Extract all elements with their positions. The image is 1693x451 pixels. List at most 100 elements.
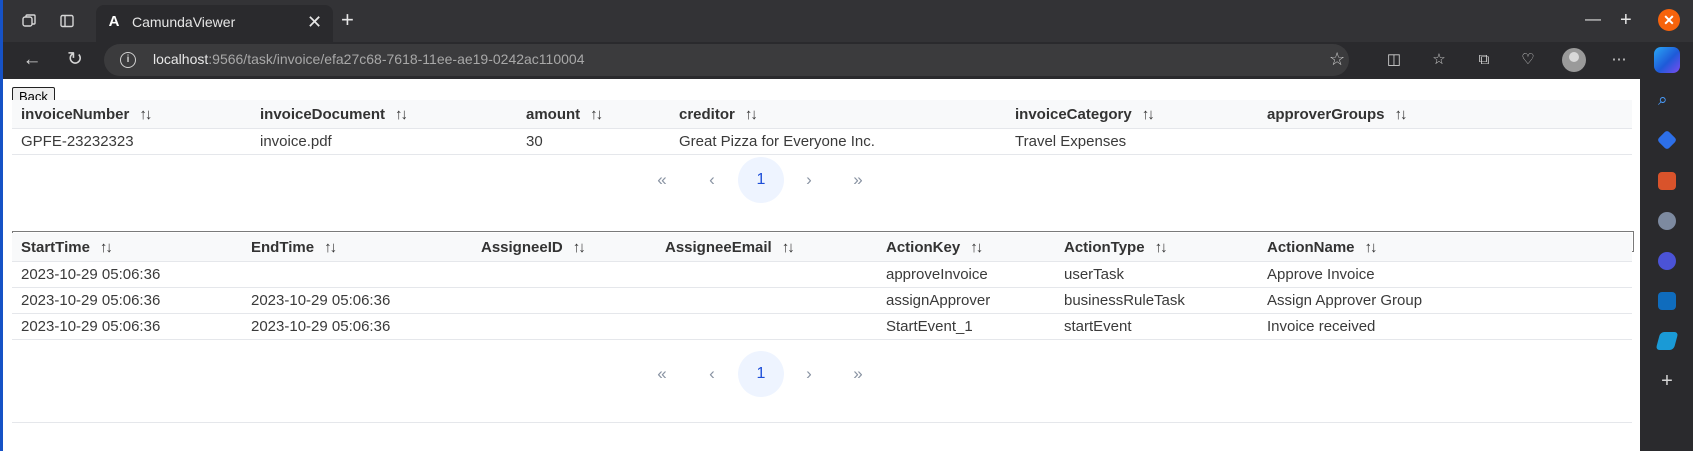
outlook-icon[interactable] <box>1658 292 1676 310</box>
next-page-button[interactable]: › <box>786 157 832 203</box>
invoice-header-row: invoiceNumber ↑↓ invoiceDocument ↑↓ amount… <box>12 100 1632 129</box>
sort-arrows-icon[interactable]: ↑↓ <box>1395 106 1408 123</box>
favorites-icon[interactable]: ☆ <box>1428 50 1450 70</box>
table-cell <box>656 313 877 340</box>
last-page-button[interactable]: » <box>835 351 881 397</box>
table-row[interactable]: 2023-10-29 05:06:36 approveInvoice userT… <box>12 261 1632 288</box>
site-info-icon[interactable]: i <box>120 52 136 68</box>
column-header-endtime[interactable]: EndTime ↑↓ <box>242 233 472 262</box>
sort-arrows-icon[interactable]: ↑↓ <box>970 239 983 256</box>
drop-icon[interactable] <box>1655 332 1679 350</box>
url-text[interactable]: localhost:9566/task/invoice/efa27c68-761… <box>153 51 584 67</box>
games-icon[interactable] <box>1658 212 1676 230</box>
column-header-approvergroups[interactable]: approverGroups ↑↓ <box>1258 100 1632 129</box>
table-cell: Assign Approver Group <box>1258 287 1632 314</box>
workspaces-icon[interactable] <box>16 8 42 34</box>
column-header-actionkey[interactable]: ActionKey ↑↓ <box>877 233 1055 262</box>
reload-icon[interactable]: ↻ <box>61 46 89 74</box>
sort-arrows-icon[interactable]: ↑↓ <box>1142 106 1155 123</box>
browser-tab-strip: A CamundaViewer ✕ + — + ✕ <box>0 0 1693 42</box>
sort-arrows-icon[interactable]: ↑↓ <box>1365 239 1378 256</box>
history-header-row: StartTime ↑↓ EndTime ↑↓ AssigneeID ↑↓ Assig… <box>12 233 1632 262</box>
table-cell: Approve Invoice <box>1258 261 1632 288</box>
table-cell: 30 <box>517 128 670 155</box>
profile-avatar[interactable] <box>1562 48 1586 72</box>
add-sidebar-app-icon[interactable]: + <box>1658 371 1676 391</box>
table-cell <box>242 261 472 288</box>
divider <box>12 422 1632 423</box>
column-header-assigneeemail[interactable]: AssigneeEmail ↑↓ <box>656 233 877 262</box>
edge-sidebar: ⌕ + <box>1640 79 1693 451</box>
page-1-button[interactable]: 1 <box>738 351 784 397</box>
table-cell: GPFE-23232323 <box>12 128 251 155</box>
window-close-icon[interactable]: ✕ <box>1658 9 1680 31</box>
column-header-invoicenumber[interactable]: invoiceNumber ↑↓ <box>12 100 251 129</box>
sort-arrows-icon[interactable]: ↑↓ <box>782 239 795 256</box>
prev-page-button[interactable]: ‹ <box>689 157 735 203</box>
table-cell <box>656 287 877 314</box>
column-header-starttime[interactable]: StartTime ↑↓ <box>12 233 242 262</box>
address-bar[interactable]: i localhost:9566/task/invoice/efa27c68-7… <box>104 44 1349 76</box>
next-page-button[interactable]: › <box>786 351 832 397</box>
column-header-actionname[interactable]: ActionName ↑↓ <box>1258 233 1632 262</box>
angular-favicon-icon: A <box>108 13 120 30</box>
prev-page-button[interactable]: ‹ <box>689 351 735 397</box>
browser-tab-active[interactable]: A CamundaViewer ✕ <box>96 5 333 42</box>
table-cell: businessRuleTask <box>1055 287 1258 314</box>
table-cell: Invoice received <box>1258 313 1632 340</box>
sort-arrows-icon[interactable]: ↑↓ <box>324 239 337 256</box>
sort-arrows-icon[interactable]: ↑↓ <box>1155 239 1168 256</box>
sort-arrows-icon[interactable]: ↑↓ <box>100 239 113 256</box>
shopping-tag-icon[interactable] <box>1656 129 1678 151</box>
browser-essentials-icon[interactable]: ♡ <box>1517 50 1539 70</box>
history-table: StartTime ↑↓ EndTime ↑↓ AssigneeID ↑↓ Assig… <box>12 233 1632 340</box>
microsoft-365-icon[interactable] <box>1658 252 1676 270</box>
table-cell <box>472 261 656 288</box>
copilot-icon[interactable] <box>1654 47 1680 73</box>
table-cell: 2023-10-29 05:06:36 <box>12 287 242 314</box>
table-cell: assignApprover <box>877 287 1055 314</box>
first-page-button[interactable]: « <box>639 157 685 203</box>
tools-icon[interactable] <box>1658 172 1676 190</box>
window-left-edge <box>0 0 3 451</box>
invoice-table: invoiceNumber ↑↓ invoiceDocument ↑↓ amount… <box>12 100 1632 155</box>
table-cell: approveInvoice <box>877 261 1055 288</box>
table-cell: userTask <box>1055 261 1258 288</box>
table-row[interactable]: GPFE-23232323 invoice.pdf 30 Great Pizza… <box>12 128 1632 155</box>
page-content: Back invoiceNumber ↑↓ invoiceDocument ↑↓ a… <box>3 79 1640 451</box>
sort-arrows-icon[interactable]: ↑↓ <box>573 239 586 256</box>
column-header-amount[interactable]: amount ↑↓ <box>517 100 670 129</box>
sort-arrows-icon[interactable]: ↑↓ <box>590 106 603 123</box>
table-cell <box>656 261 877 288</box>
minimize-icon[interactable]: — <box>1585 8 1601 32</box>
page-1-button[interactable]: 1 <box>738 157 784 203</box>
last-page-button[interactable]: » <box>835 157 881 203</box>
column-header-invoicecategory[interactable]: invoiceCategory ↑↓ <box>1006 100 1258 129</box>
column-header-assigneeid[interactable]: AssigneeID ↑↓ <box>472 233 656 262</box>
table-cell: StartEvent_1 <box>877 313 1055 340</box>
column-header-invoicedocument[interactable]: invoiceDocument ↑↓ <box>251 100 517 129</box>
column-header-actiontype[interactable]: ActionType ↑↓ <box>1055 233 1258 262</box>
split-screen-icon[interactable]: ◫ <box>1383 50 1405 70</box>
collections-icon[interactable]: ⧉ <box>1473 50 1495 70</box>
search-icon[interactable]: ⌕ <box>1658 91 1676 109</box>
sort-arrows-icon[interactable]: ↑↓ <box>395 106 408 123</box>
sort-arrows-icon[interactable]: ↑↓ <box>745 106 758 123</box>
more-menu-icon[interactable]: ⋯ <box>1608 50 1630 70</box>
favorite-star-icon[interactable]: ☆ <box>1329 49 1345 70</box>
table-cell: Great Pizza for Everyone Inc. <box>670 128 1006 155</box>
table-cell: 2023-10-29 05:06:36 <box>12 261 242 288</box>
back-arrow-icon[interactable]: ← <box>18 46 46 74</box>
column-header-creditor[interactable]: creditor ↑↓ <box>670 100 1006 129</box>
new-tab-icon[interactable]: + <box>341 8 354 32</box>
sort-arrows-icon[interactable]: ↑↓ <box>139 106 152 123</box>
table-row[interactable]: 2023-10-29 05:06:36 2023-10-29 05:06:36 … <box>12 287 1632 314</box>
table-cell: Travel Expenses <box>1006 128 1258 155</box>
maximize-icon[interactable]: + <box>1620 8 1632 32</box>
table-row[interactable]: 2023-10-29 05:06:36 2023-10-29 05:06:36 … <box>12 313 1632 340</box>
tab-close-icon[interactable]: ✕ <box>307 12 322 32</box>
tab-actions-icon[interactable] <box>54 8 80 34</box>
first-page-button[interactable]: « <box>639 351 685 397</box>
tab-title: CamundaViewer <box>132 14 236 30</box>
table-cell <box>472 287 656 314</box>
